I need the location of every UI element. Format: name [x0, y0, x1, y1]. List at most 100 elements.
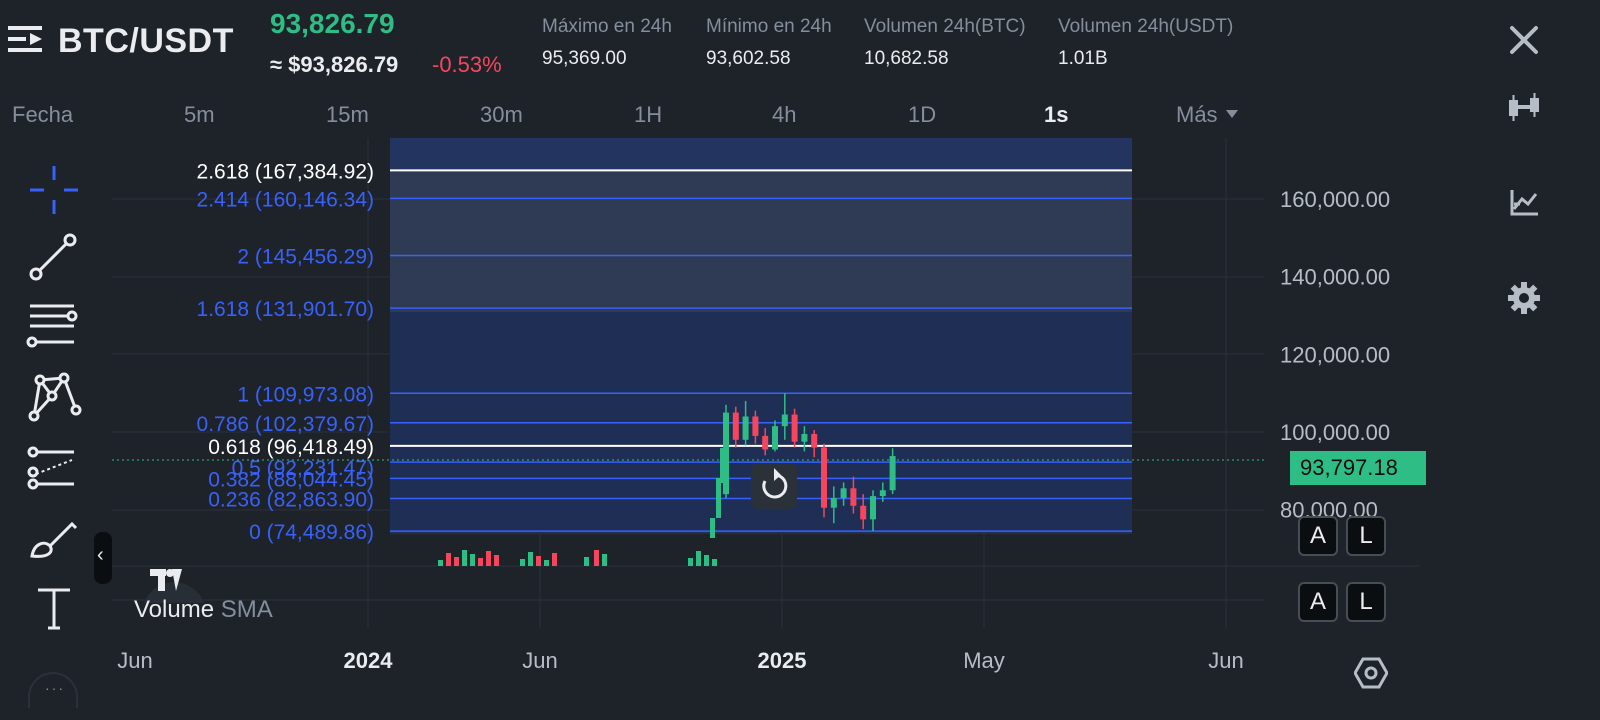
chart-area[interactable]: 2.618 (167,384.92) 2.414 (160,146.34) 2 (1… — [0, 138, 1450, 720]
more-label: Más — [1176, 102, 1218, 127]
candlestick-icon[interactable] — [1506, 90, 1542, 126]
auto-scale-button[interactable]: A — [1298, 516, 1338, 556]
small-candle — [438, 560, 443, 566]
interval-1d[interactable]: 1D — [908, 102, 936, 128]
candle-body — [821, 447, 827, 508]
fib-level-label: 1.618 (131,901.70) — [197, 298, 374, 321]
time-axis-tick: Jun — [117, 648, 152, 673]
chart-settings-icon[interactable] — [1354, 656, 1388, 690]
interval-bar: Fecha 5m 15m 30m 1H 4h 1D 1s Más — [0, 98, 1450, 140]
last-price: 93,826.79 — [270, 8, 395, 39]
candle-body — [870, 496, 876, 520]
small-candle — [528, 552, 533, 566]
stat-label: Mínimo en 24h — [706, 16, 832, 37]
price-axis-tick: 140,000.00 — [1280, 265, 1390, 290]
small-candle — [470, 554, 475, 566]
time-axis-tick: May — [963, 648, 1005, 673]
gear-icon[interactable] — [1506, 280, 1542, 316]
candle-body — [801, 433, 808, 442]
time-axis-tick: 2025 — [758, 648, 807, 673]
small-candle — [536, 556, 541, 566]
candle-body — [762, 435, 769, 450]
stat-value: 93,602.58 — [706, 48, 791, 69]
price-axis-tick: 100,000.00 — [1280, 420, 1390, 445]
small-candle — [594, 550, 599, 566]
small-candle — [688, 558, 693, 566]
log-scale-button[interactable]: L — [1346, 516, 1386, 556]
candle-body — [732, 412, 739, 440]
interval-15m[interactable]: 15m — [326, 102, 369, 128]
small-candle — [602, 554, 607, 566]
close-icon[interactable] — [1506, 22, 1542, 58]
candle-body — [742, 416, 749, 440]
fib-level-label: 0 (74,489.86) — [249, 521, 374, 544]
current-price-tag: 93,797.18 — [1290, 451, 1426, 485]
candle-body — [791, 414, 798, 442]
stat-low-24h: Mínimo en 24h 93,602.58 — [706, 16, 832, 70]
interval-1h[interactable]: 1H — [634, 102, 662, 128]
fib-level-label: 2 (145,456.29) — [237, 245, 374, 268]
header: BTC/USDT 93,826.79 ≈ $93,826.79 -0.53% M… — [0, 0, 1600, 98]
candle-body — [811, 433, 818, 448]
small-candle — [520, 559, 525, 566]
change-percent: -0.53% — [432, 52, 502, 77]
stat-label: Máximo en 24h — [542, 16, 672, 37]
small-candle — [704, 555, 709, 566]
small-candle — [552, 553, 557, 566]
fib-level-label: 0.786 (102,379.67) — [197, 413, 374, 436]
interval-4h[interactable]: 4h — [772, 102, 796, 128]
fib-level-label: 0.618 (96,418.49) — [208, 436, 374, 459]
stat-volume-btc: Volumen 24h(BTC) 10,682.58 — [864, 16, 1026, 70]
interval-1s[interactable]: 1s — [1044, 102, 1068, 128]
time-axis-tick: Jun — [1208, 648, 1243, 673]
small-candle — [478, 558, 483, 566]
fib-level-label: 2.414 (160,146.34) — [197, 188, 374, 211]
candle — [821, 443, 827, 518]
small-candle — [446, 553, 451, 566]
time-axis-tick: 2024 — [344, 648, 394, 673]
small-candle — [486, 551, 491, 566]
interval-30m[interactable]: 30m — [480, 102, 523, 128]
small-candle — [544, 560, 549, 566]
indicator-icon[interactable] — [1506, 184, 1542, 220]
reset-icon[interactable] — [751, 463, 797, 509]
time-axis[interactable]: Jun 2024 Jun 2025 May Jun — [117, 648, 1243, 673]
caret-down-icon — [1225, 110, 1238, 119]
small-candle — [696, 551, 701, 566]
fiat-price: ≈ $93,826.79 — [270, 52, 399, 77]
interval-fecha[interactable]: Fecha — [12, 102, 73, 128]
candle-body — [850, 488, 857, 506]
candle-body — [772, 426, 778, 450]
volume-label: Volume — [134, 596, 215, 623]
auto-scale-button-volume[interactable]: A — [1298, 582, 1338, 622]
pair-title[interactable]: BTC/USDT — [58, 22, 234, 61]
small-candle — [462, 550, 467, 566]
small-candle — [494, 555, 499, 566]
stat-value: 95,369.00 — [542, 48, 627, 69]
candle-body — [840, 488, 847, 499]
fib-level-label: 1 (109,973.08) — [237, 383, 374, 406]
stat-high-24h: Máximo en 24h 95,369.00 — [542, 16, 672, 70]
volume-sma-label: SMA — [220, 596, 273, 623]
small-candle — [454, 557, 459, 566]
stat-label: Volumen 24h(USDT) — [1058, 16, 1234, 37]
fib-level-label: 0.236 (82,863.90) — [208, 489, 374, 512]
stat-value: 1.01B — [1058, 48, 1108, 69]
price-axis-tick: 160,000.00 — [1280, 187, 1390, 212]
interval-5m[interactable]: 5m — [184, 102, 215, 128]
interval-more[interactable]: Más — [1176, 102, 1238, 128]
menu-icon[interactable] — [8, 24, 42, 54]
stat-value: 10,682.58 — [864, 48, 949, 69]
small-candle — [584, 557, 589, 566]
candle-body — [781, 414, 788, 427]
candle-body — [716, 478, 721, 518]
candle-body — [889, 456, 896, 491]
log-scale-button-volume[interactable]: L — [1346, 582, 1386, 622]
small-candle — [712, 559, 717, 566]
fib-zone-top — [390, 138, 1132, 172]
volume-legend[interactable]: Volume SMA — [134, 596, 273, 624]
time-axis-tick: Jun — [522, 648, 557, 673]
candle-body — [752, 416, 759, 436]
candle-body — [860, 505, 867, 520]
candle-body — [710, 518, 715, 538]
